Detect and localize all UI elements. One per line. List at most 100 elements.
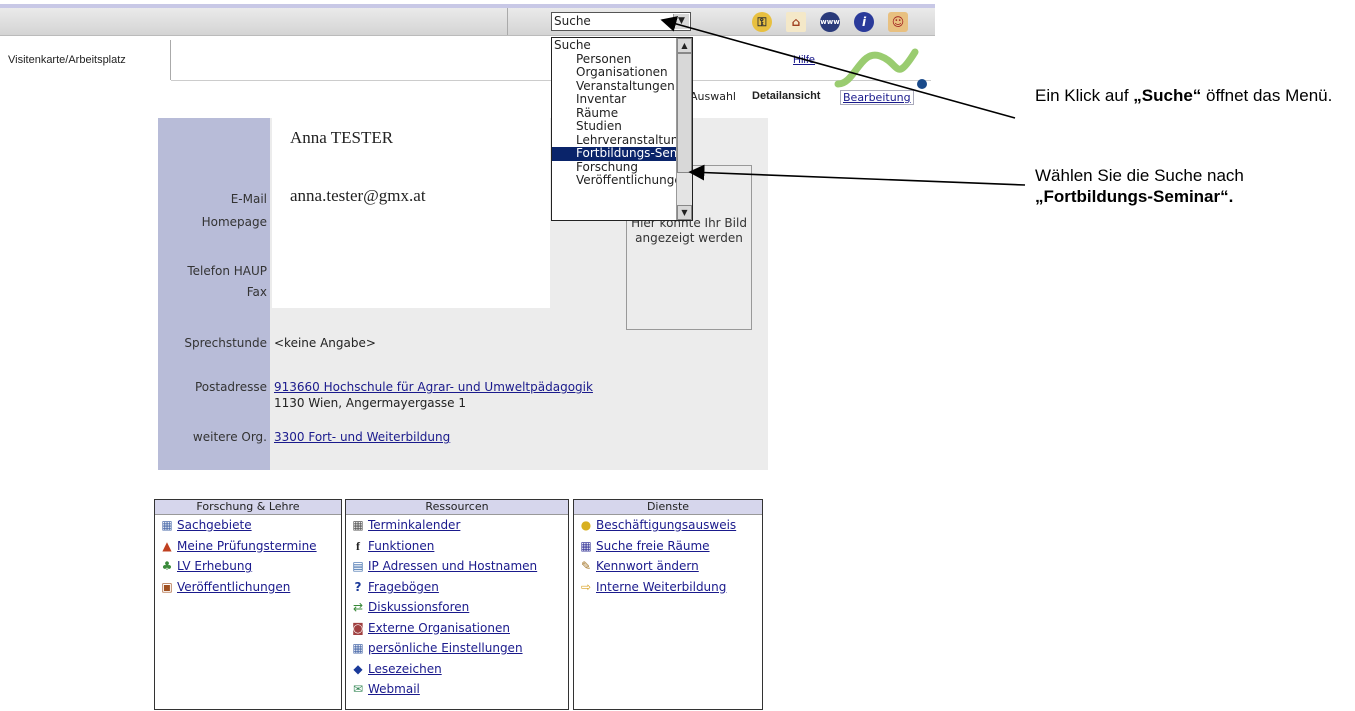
key-icon: ✎ (580, 559, 592, 573)
list-item[interactable]: ▲ Meine Prüfungstermine (155, 536, 341, 557)
key-icon[interactable]: ⚿ (752, 12, 772, 32)
link-veroeffentlichungen[interactable]: Veröffentlichungen (177, 580, 290, 594)
list-item[interactable]: ▦ persönliche Einstellungen (346, 638, 568, 659)
list-item[interactable]: ⇨ Interne Weiterbildung (574, 577, 762, 598)
menu-item-personen[interactable]: Personen (552, 53, 680, 67)
room-icon: ▦ (580, 538, 592, 553)
link-pruefungstermine[interactable]: Meine Prüfungstermine (177, 539, 317, 553)
profile-name: Anna TESTER (290, 128, 394, 147)
link-interne-weiterbildung[interactable]: Interne Weiterbildung (596, 580, 726, 594)
network-icon: ▤ (352, 559, 364, 573)
search-select-value: Suche (554, 14, 591, 28)
annotation-note-1: Ein Klick auf „Suche“ öffnet das Menü. (1035, 85, 1335, 106)
box-dienste: Dienste ● Beschäftigungsausweis ▦ Suche fr… (573, 499, 763, 710)
link-persoenliche-einstellungen[interactable]: persönliche Einstellungen (368, 641, 523, 655)
list-item[interactable]: ▦ Suche freie Räume (574, 536, 762, 557)
link-kennwort-aendern[interactable]: Kennwort ändern (596, 559, 699, 573)
menu-item-raeume[interactable]: Räume (552, 107, 680, 121)
menu-item-veroeffentlichungen[interactable]: Veröffentlichungen (552, 174, 680, 188)
mail-icon: ✉ (352, 682, 364, 696)
postadresse-link[interactable]: 913660 Hochschule für Agrar- und Umweltp… (274, 380, 593, 394)
weitere-org-link[interactable]: 3300 Fort- und Weiterbildung (274, 430, 450, 444)
publication-icon: ▣ (161, 579, 173, 594)
menu-item-inventar[interactable]: Inventar (552, 93, 680, 107)
note1-bold: „Suche“ (1133, 86, 1202, 105)
list-item[interactable]: ◆ Lesezeichen (346, 659, 568, 680)
menu-item-organisationen[interactable]: Organisationen (552, 66, 680, 80)
menu-item-fortbildungs-seminar[interactable]: Fortbildungs-Seminar (552, 147, 678, 161)
link-funktionen[interactable]: Funktionen (368, 539, 434, 553)
toolbar-separator (507, 8, 508, 35)
bookmark-icon: ◆ (353, 661, 363, 676)
link-suche-freie-raeume[interactable]: Suche freie Räume (596, 539, 710, 553)
survey-icon: ♣ (161, 559, 173, 573)
menu-item-veranstaltungen[interactable]: Veranstaltungen (552, 80, 680, 94)
menu-item-lehrveranstaltungen[interactable]: Lehrveranstaltungen (552, 134, 680, 148)
scroll-up-icon[interactable]: ▲ (677, 38, 692, 53)
chevron-down-icon[interactable]: ▼ (673, 14, 689, 29)
note1-pre: Ein Klick auf (1035, 86, 1134, 105)
link-terminkalender[interactable]: Terminkalender (368, 518, 460, 532)
menu-item-forschung[interactable]: Forschung (552, 161, 680, 175)
exam-icon: ▲ (162, 538, 172, 553)
list-item[interactable]: ▦ Sachgebiete (155, 515, 341, 536)
link-sachgebiete[interactable]: Sachgebiete (177, 518, 252, 532)
settings-icon: ▦ (352, 641, 364, 655)
fax-label: Fax (246, 285, 267, 299)
handshake-icon: ◙ (352, 620, 364, 635)
people-icon[interactable]: ☺ (888, 12, 908, 32)
telefon-label: Telefon HAUP (187, 264, 267, 278)
box-header: Ressourcen (346, 500, 568, 515)
link-lv-erhebung[interactable]: LV Erhebung (177, 559, 252, 573)
postadresse-street: 1130 Wien, Angermayergasse 1 (274, 396, 466, 410)
arrow-right-icon: ⇨ (580, 579, 592, 594)
scroll-down-icon[interactable]: ▼ (677, 205, 692, 220)
sprechstunde-value: <keine Angabe> (274, 336, 376, 350)
note2-bold: „Fortbildungs-Seminar“. (1035, 187, 1234, 206)
home-icon[interactable]: ⌂ (786, 12, 806, 32)
annotation-note-2: Wählen Sie die Suche nach „Fortbildungs-… (1035, 165, 1345, 207)
list-item[interactable]: ▤ IP Adressen und Hostnamen (346, 556, 568, 577)
link-ip-adressen[interactable]: IP Adressen und Hostnamen (368, 559, 537, 573)
list-item[interactable]: ▣ Veröffentlichungen (155, 577, 341, 598)
list-item[interactable]: f Funktionen (346, 536, 568, 557)
note1-post: öffnet das Menü. (1201, 86, 1333, 105)
list-item[interactable]: ◙ Externe Organisationen (346, 618, 568, 639)
menu-item-suche[interactable]: Suche (552, 39, 680, 53)
menu-item-studien[interactable]: Studien (552, 120, 680, 134)
list-item[interactable]: ✎ Kennwort ändern (574, 556, 762, 577)
link-lesezeichen[interactable]: Lesezeichen (368, 662, 442, 676)
tab-auswahl[interactable]: Auswahl (690, 90, 736, 103)
dropdown-scrollbar[interactable]: ▲ ▼ (676, 38, 692, 220)
list-item[interactable]: ✉ Webmail (346, 679, 568, 700)
postadresse-label: Postadresse (194, 380, 267, 394)
link-beschaeftigungsausweis[interactable]: Beschäftigungsausweis (596, 518, 736, 532)
scroll-thumb[interactable] (677, 53, 692, 173)
link-webmail[interactable]: Webmail (368, 682, 420, 696)
info-icon[interactable]: i (854, 12, 874, 32)
link-diskussionsforen[interactable]: Diskussionsforen (368, 600, 469, 614)
www-icon[interactable]: www (820, 12, 840, 32)
help-link[interactable]: Hilfe (793, 54, 815, 66)
function-icon: f (356, 538, 360, 553)
list-item[interactable]: ▦ Terminkalender (346, 515, 568, 536)
box-header: Forschung & Lehre (155, 500, 341, 515)
search-select[interactable]: Suche ▼ (551, 12, 691, 31)
email-label: E-Mail (230, 192, 267, 206)
id-card-icon: ● (580, 518, 592, 532)
list-item[interactable]: ? Fragebögen (346, 577, 568, 598)
tab-bearbeitung[interactable]: Bearbeitung (840, 90, 914, 105)
homepage-label: Homepage (201, 215, 267, 229)
list-item[interactable]: ♣ LV Erhebung (155, 556, 341, 577)
logo (834, 48, 927, 89)
tab-visitenkarte[interactable]: Visitenkarte/Arbeitsplatz (0, 40, 171, 80)
box-forschung-lehre: Forschung & Lehre ▦ Sachgebiete ▲ Meine Pr… (154, 499, 342, 710)
list-item[interactable]: ⇄ Diskussionsforen (346, 597, 568, 618)
sprechstunde-label: Sprechstunde (184, 336, 267, 350)
link-frageboegen[interactable]: Fragebögen (368, 580, 439, 594)
list-item[interactable]: ● Beschäftigungsausweis (574, 515, 762, 536)
link-externe-organisationen[interactable]: Externe Organisationen (368, 621, 510, 635)
search-dropdown-menu[interactable]: Suche Personen Organisationen Veranstalt… (551, 37, 693, 221)
forum-icon: ⇄ (352, 600, 364, 614)
tab-detailansicht[interactable]: Detailansicht (752, 90, 820, 102)
